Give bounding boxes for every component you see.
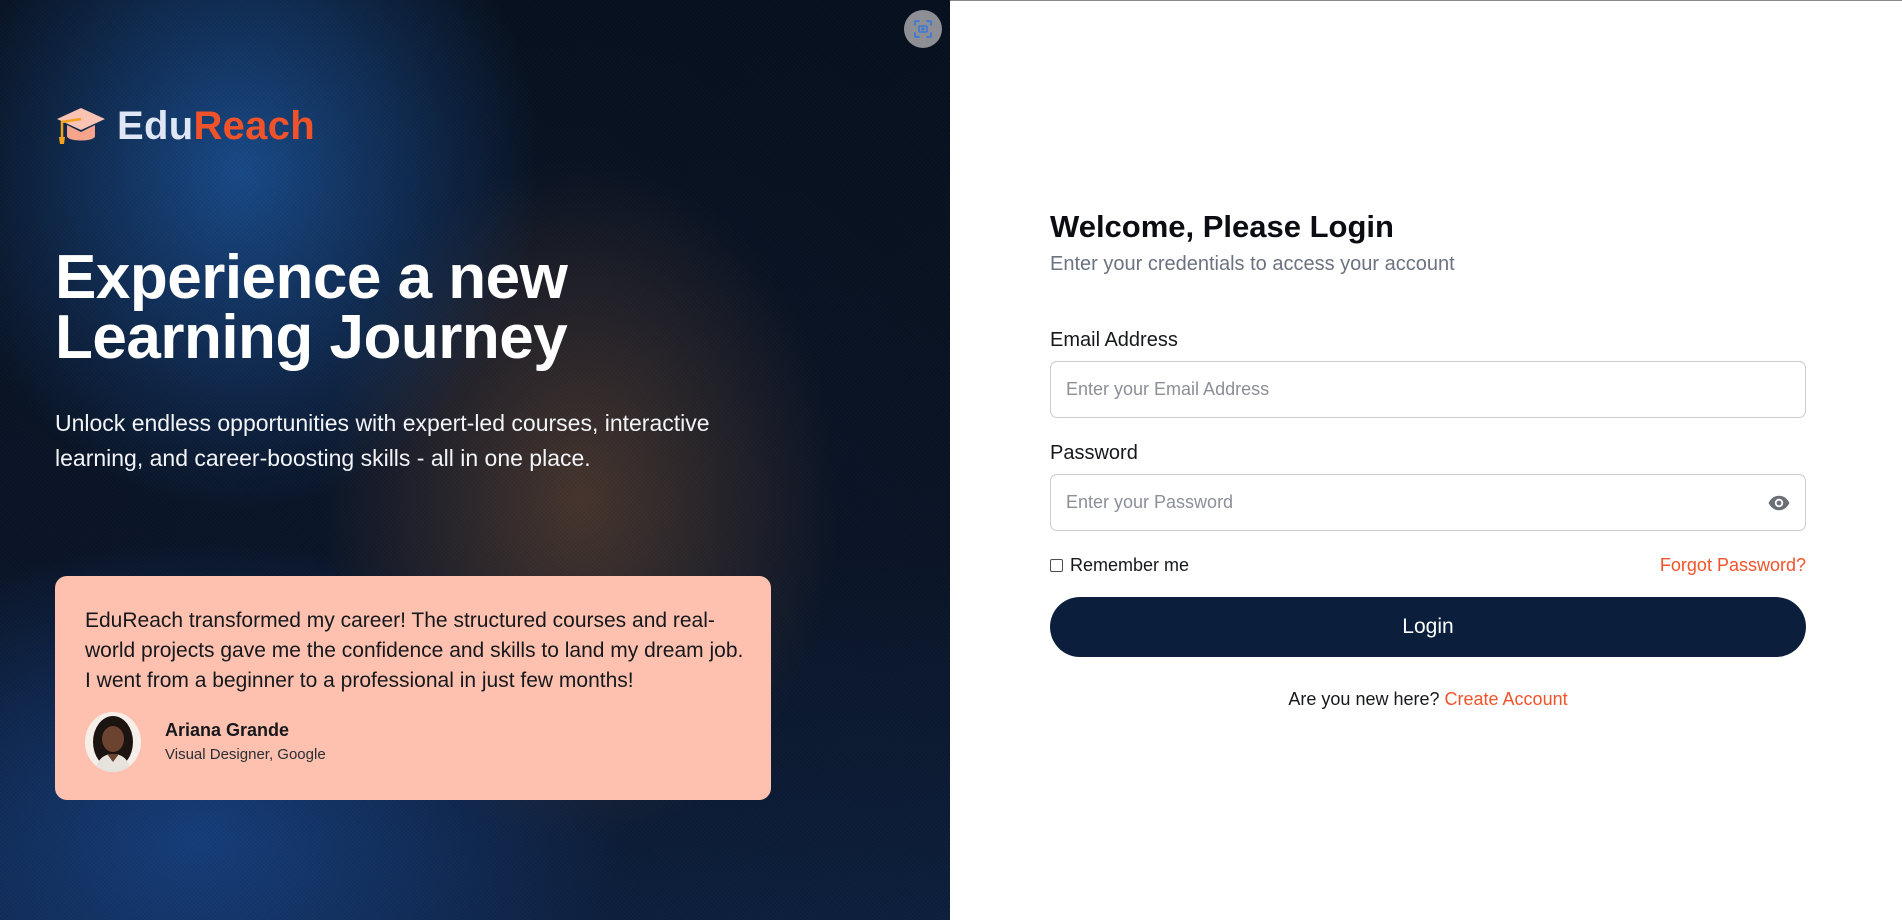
hero-subtitle: Unlock endless opportunities with expert… bbox=[55, 410, 710, 471]
testimonial-quote: EduReach transformed my career! The stru… bbox=[85, 609, 744, 692]
screenshot-capture-icon bbox=[914, 20, 932, 38]
brand-name: EduReach bbox=[117, 106, 315, 146]
email-field[interactable] bbox=[1051, 362, 1805, 417]
password-field[interactable] bbox=[1051, 475, 1805, 530]
hero-title-line1: Experience a new bbox=[55, 243, 568, 312]
brand-name-part2: Reach bbox=[193, 104, 316, 148]
login-options-row: Remember me Forgot Password? bbox=[1050, 553, 1806, 577]
login-panel: Welcome, Please Login Enter your credent… bbox=[950, 0, 1902, 920]
promo-panel: EduReach Experience a new Learning Journ… bbox=[0, 0, 950, 920]
avatar-image bbox=[85, 712, 141, 772]
hero-title: Experience a new Learning Journey bbox=[55, 243, 695, 372]
brand-logo: EduReach bbox=[55, 104, 315, 148]
login-form: Welcome, Please Login Enter your credent… bbox=[1050, 207, 1806, 710]
email-label: Email Address bbox=[1050, 329, 1178, 351]
signup-prompt: Are you new here? Create Account bbox=[1050, 689, 1806, 710]
login-subtitle: Enter your credentials to access your ac… bbox=[1050, 253, 1455, 275]
remember-me[interactable]: Remember me bbox=[1050, 555, 1189, 576]
login-button[interactable]: Login bbox=[1050, 597, 1806, 657]
brand-name-part1: Edu bbox=[117, 104, 194, 148]
password-label: Password bbox=[1050, 442, 1138, 464]
testimonial-card: EduReach transformed my career! The stru… bbox=[55, 576, 771, 800]
screenshot-button[interactable] bbox=[904, 10, 942, 48]
author-info: Ariana Grande Visual Designer, Google bbox=[165, 719, 326, 766]
password-field-wrapper bbox=[1050, 474, 1806, 531]
author-name: Ariana Grande bbox=[165, 719, 290, 740]
new-here-text: Are you new here? bbox=[1288, 689, 1440, 709]
email-field-wrapper bbox=[1050, 361, 1806, 418]
remember-checkbox[interactable] bbox=[1050, 558, 1063, 572]
testimonial-author: Ariana Grande Visual Designer, Google bbox=[85, 712, 326, 772]
remember-label[interactable]: Remember me bbox=[1070, 555, 1189, 576]
author-role: Visual Designer, Google bbox=[165, 745, 326, 763]
forgot-password-link[interactable]: Forgot Password? bbox=[1660, 555, 1806, 576]
graduation-cap-icon bbox=[57, 108, 105, 144]
login-page: EduReach Experience a new Learning Journ… bbox=[0, 0, 1902, 920]
hero-title-line2: Learning Journey bbox=[55, 303, 568, 372]
create-account-link[interactable]: Create Account bbox=[1445, 689, 1568, 709]
login-title: Welcome, Please Login bbox=[1050, 209, 1394, 244]
avatar bbox=[85, 712, 141, 772]
eye-icon[interactable] bbox=[1767, 492, 1791, 514]
